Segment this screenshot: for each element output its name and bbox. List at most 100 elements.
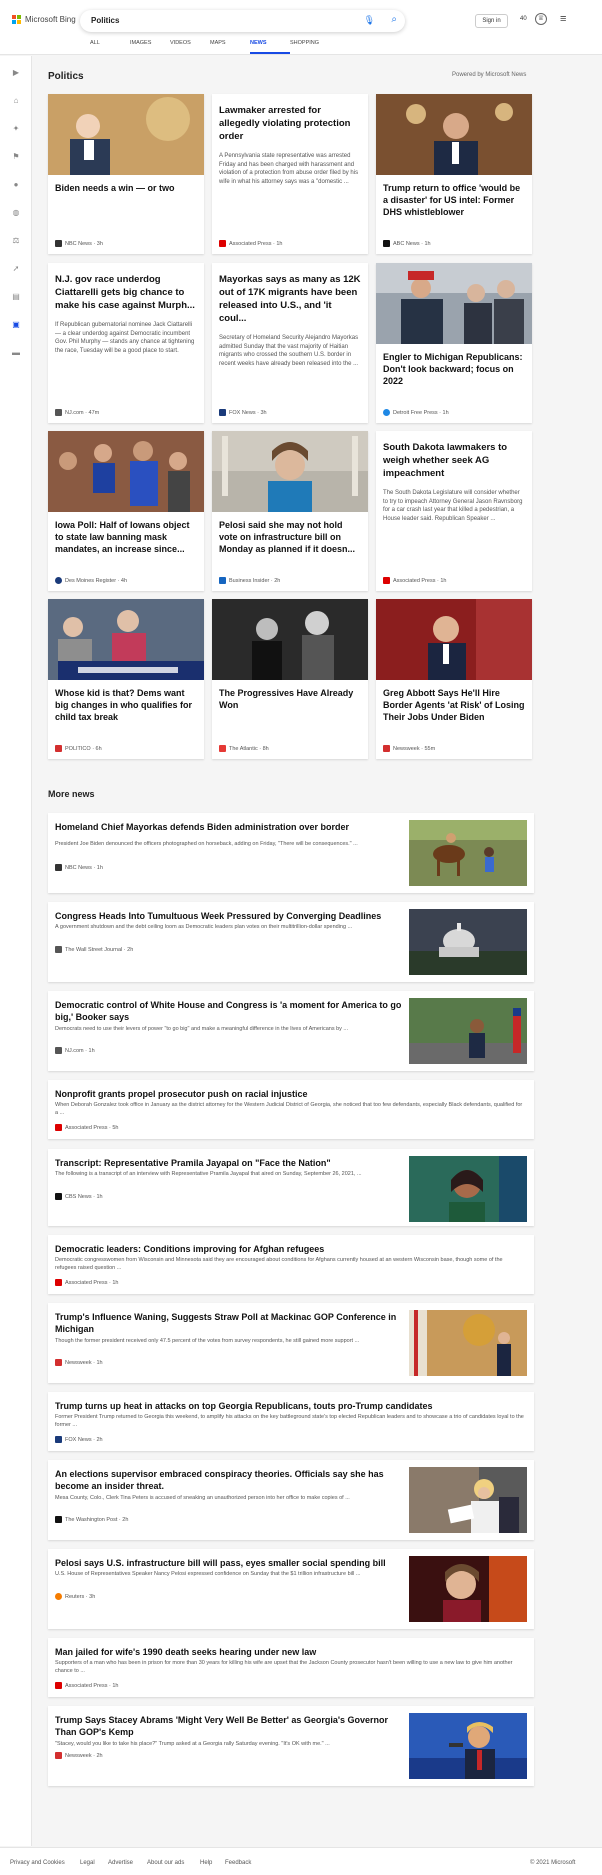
source-logo-icon <box>55 1516 62 1523</box>
news-card[interactable]: South Dakota lawmakers to weigh whether … <box>376 431 532 591</box>
card-image <box>376 94 532 175</box>
card-title: N.J. gov race underdog Ciattarelli gets … <box>55 274 195 311</box>
row-source: NJ.com · 1h <box>55 1047 95 1054</box>
news-card[interactable]: The Progressives Have Already Won The At… <box>212 599 368 759</box>
card-image <box>212 431 368 512</box>
news-row[interactable]: Homeland Chief Mayorkas defends Biden ad… <box>48 813 534 893</box>
tab-shopping[interactable]: SHOPPING <box>290 40 330 54</box>
search-input[interactable]: Politics <box>91 16 119 25</box>
news-row[interactable]: Democratic control of White House and Co… <box>48 991 534 1071</box>
news-card[interactable]: Mayorkas says as many as 12K out of 17K … <box>212 263 368 423</box>
location-icon[interactable]: ● <box>11 180 21 190</box>
source-logo-icon <box>219 409 226 416</box>
footer-link-about-ads[interactable]: About our ads <box>147 1860 184 1866</box>
tab-videos[interactable]: VIDEOS <box>170 40 210 54</box>
source-logo-icon <box>55 745 62 752</box>
microsoft-logo-icon <box>12 15 21 24</box>
card-description: A Pennsylvania state representative was … <box>219 153 359 185</box>
row-thumbnail <box>409 909 527 975</box>
row-title: Nonprofit grants propel prosecutor push … <box>55 1089 308 1099</box>
row-description: Supporters of a man who has been in pris… <box>55 1660 513 1674</box>
row-description: U.S. House of Representatives Speaker Na… <box>55 1571 361 1577</box>
powered-by[interactable]: Powered by Microsoft News <box>452 72 526 78</box>
news-card[interactable]: Lawmaker arrested for allegedly violatin… <box>212 94 368 254</box>
rewards-count[interactable]: 40 <box>520 16 527 22</box>
entertainment-icon[interactable]: ▤ <box>11 292 21 302</box>
politics-icon[interactable]: ⚖ <box>11 236 21 246</box>
news-card[interactable]: Greg Abbott Says He'll Hire Border Agent… <box>376 599 532 759</box>
tab-all[interactable]: ALL <box>90 40 130 54</box>
source-logo-icon <box>55 1359 62 1366</box>
row-thumbnail <box>409 1467 527 1533</box>
globe-icon[interactable]: ◍ <box>11 208 21 218</box>
news-row[interactable]: Trump's Influence Waning, Suggests Straw… <box>48 1303 534 1383</box>
card-source: FOX News · 3h <box>219 409 267 416</box>
news-row[interactable]: Pelosi says U.S. infrastructure bill wil… <box>48 1549 534 1629</box>
footer-link-privacy[interactable]: Privacy and Cookies <box>10 1860 65 1866</box>
news-card[interactable]: Biden needs a win — or two NBC News · 3h <box>48 94 204 254</box>
science-icon[interactable]: ➚ <box>11 264 21 274</box>
card-title: Iowa Poll: Half of Iowans object to stat… <box>55 520 190 554</box>
card-title: Mayorkas says as many as 12K out of 17K … <box>219 274 361 324</box>
news-row[interactable]: Transcript: Representative Pramila Jayap… <box>48 1149 534 1226</box>
discover-icon[interactable]: ✦ <box>11 124 21 134</box>
money-icon[interactable]: ▬ <box>11 348 21 358</box>
row-source: FOX News · 2h <box>55 1436 103 1443</box>
footer-link-advertise[interactable]: Advertise <box>108 1860 133 1866</box>
hamburger-menu-icon[interactable]: ≡ <box>560 13 566 25</box>
source-logo-icon <box>383 577 390 584</box>
news-row[interactable]: Trump Says Stacey Abrams 'Might Very Wel… <box>48 1706 534 1786</box>
source-logo-icon <box>219 577 226 584</box>
search-box[interactable]: Politics 🎙 ⌕ <box>80 10 405 32</box>
search-icon[interactable]: ⌕ <box>391 14 397 25</box>
row-title: Trump turns up heat in attacks on top Ge… <box>55 1401 433 1411</box>
news-card[interactable]: Whose kid is that? Dems want big changes… <box>48 599 204 759</box>
card-image <box>48 94 204 175</box>
news-icon[interactable]: ▣ <box>11 320 21 330</box>
news-card[interactable]: Engler to Michigan Republicans: Don't lo… <box>376 263 532 423</box>
card-source: NBC News · 3h <box>55 240 103 247</box>
row-description: The following is a transcript of an inte… <box>55 1171 362 1177</box>
news-card[interactable]: Iowa Poll: Half of Iowans object to stat… <box>48 431 204 591</box>
news-row[interactable]: Man jailed for wife's 1990 death seeks h… <box>48 1638 534 1697</box>
bing-logo[interactable]: Microsoft Bing <box>12 15 76 24</box>
source-logo-icon <box>55 1279 62 1286</box>
card-description: If Republican gubernatorial nominee Jack… <box>55 322 195 354</box>
footer-link-feedback[interactable]: Feedback <box>225 1860 251 1866</box>
footer-link-help[interactable]: Help <box>200 1860 212 1866</box>
card-image <box>48 431 204 512</box>
news-row[interactable]: Trump turns up heat in attacks on top Ge… <box>48 1392 534 1451</box>
tab-news[interactable]: NEWS <box>250 40 290 54</box>
tab-images[interactable]: IMAGES <box>130 40 170 54</box>
microphone-icon[interactable]: 🎙 <box>364 15 375 26</box>
row-title: Democratic control of White House and Co… <box>55 1000 402 1022</box>
footer-link-legal[interactable]: Legal <box>80 1860 95 1866</box>
news-row[interactable]: Congress Heads Into Tumultuous Week Pres… <box>48 902 534 982</box>
source-logo-icon <box>55 1682 62 1689</box>
tab-maps[interactable]: MAPS <box>210 40 250 54</box>
row-thumbnail <box>409 1310 527 1376</box>
card-image <box>376 263 532 344</box>
rewards-trophy-icon[interactable]: ♕ <box>535 13 547 25</box>
news-row[interactable]: Nonprofit grants propel prosecutor push … <box>48 1080 534 1139</box>
source-logo-icon <box>55 577 62 584</box>
news-row[interactable]: An elections supervisor embraced conspir… <box>48 1460 534 1540</box>
news-row[interactable]: Democratic leaders: Conditions improving… <box>48 1235 534 1294</box>
row-description: When Deborah Gonzalez took office in Jan… <box>55 1102 523 1116</box>
row-description: President Joe Biden denounced the office… <box>55 841 358 847</box>
row-title: Man jailed for wife's 1990 death seeks h… <box>55 1647 317 1657</box>
card-source: NJ.com · 47m <box>55 409 99 416</box>
source-logo-icon <box>55 1593 62 1600</box>
news-card[interactable]: Trump return to office 'would be a disas… <box>376 94 532 254</box>
row-source: The Washington Post · 2h <box>55 1516 128 1523</box>
expand-icon[interactable]: ▶ <box>11 68 21 78</box>
row-title: Trump's Influence Waning, Suggests Straw… <box>55 1312 397 1334</box>
source-logo-icon <box>219 745 226 752</box>
news-card[interactable]: N.J. gov race underdog Ciattarelli gets … <box>48 263 204 423</box>
sign-in-button[interactable]: Sign in <box>475 14 508 28</box>
home-icon[interactable]: ⌂ <box>11 96 21 106</box>
flag-icon[interactable]: ⚑ <box>11 152 21 162</box>
row-description: Mesa County, Colo., Clerk Tina Peters is… <box>55 1495 350 1501</box>
news-card[interactable]: Pelosi said she may not hold vote on inf… <box>212 431 368 591</box>
source-logo-icon <box>219 240 226 247</box>
